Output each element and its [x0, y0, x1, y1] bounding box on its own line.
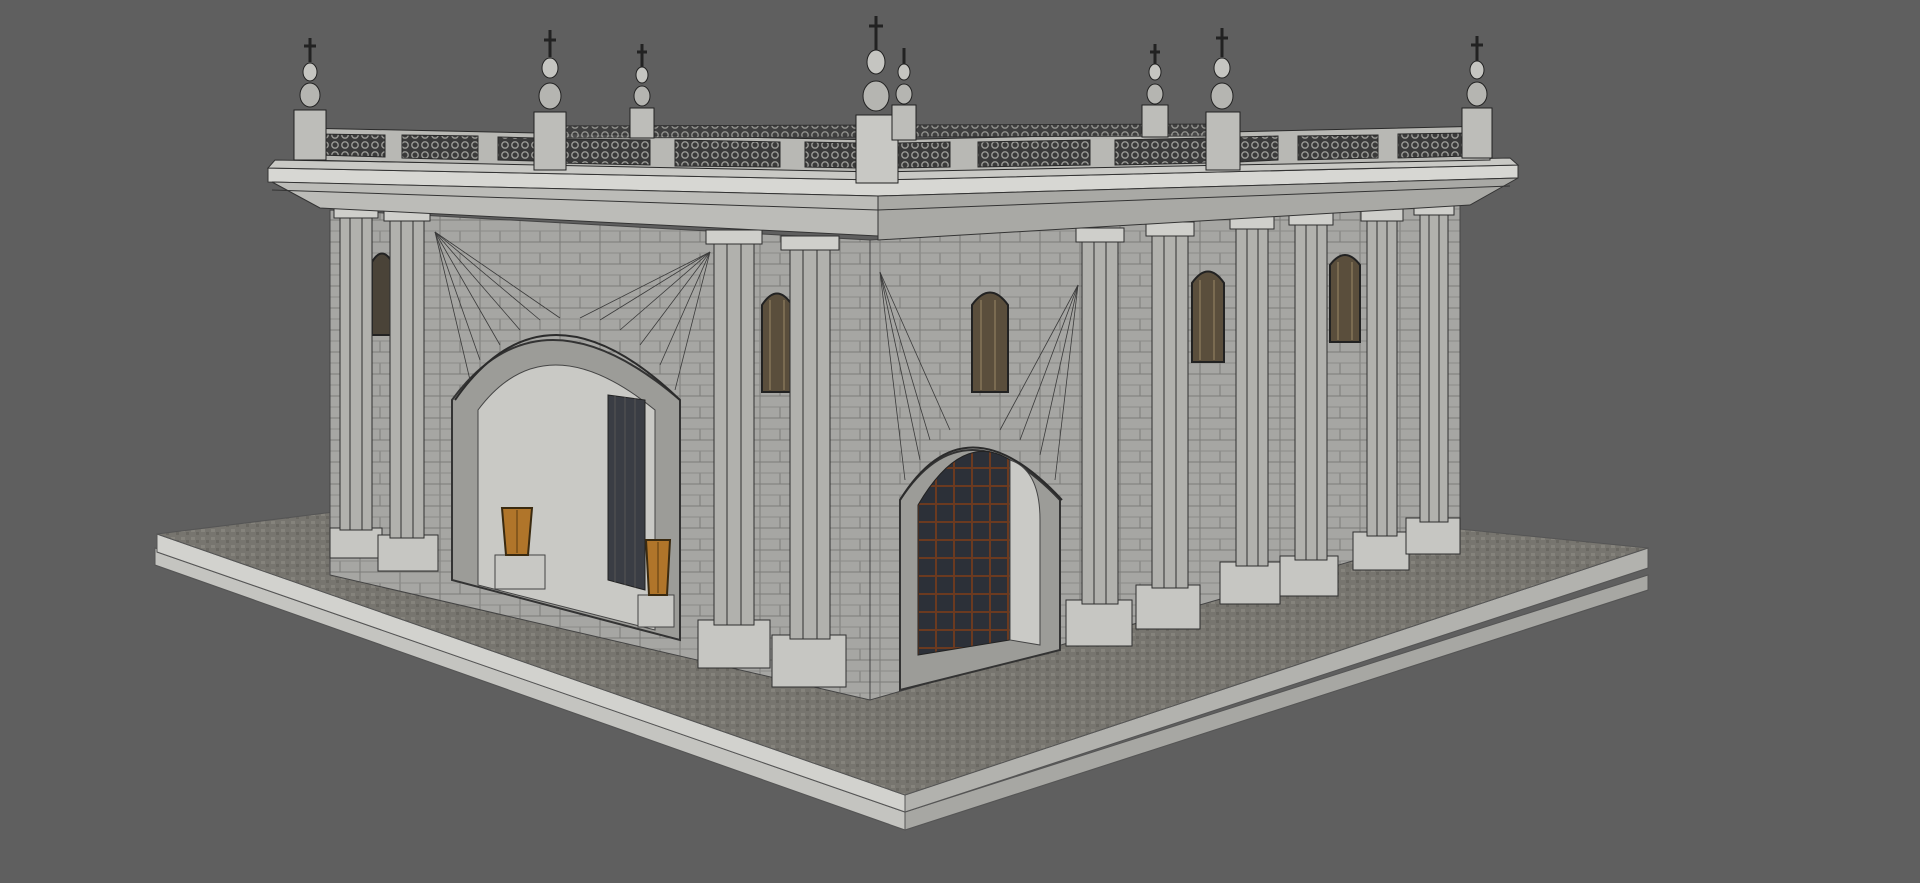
finial [293, 38, 327, 161]
finial [629, 44, 655, 139]
window [761, 292, 793, 393]
finial [891, 48, 917, 141]
finial [855, 16, 899, 184]
finial [1141, 44, 1169, 138]
window [371, 252, 393, 336]
pavilion-render [154, 16, 1649, 831]
finial [533, 30, 567, 171]
window [1191, 270, 1225, 363]
3d-viewport[interactable] [0, 0, 1920, 883]
finial [1461, 36, 1493, 159]
finial [1205, 28, 1241, 171]
window [1329, 254, 1361, 343]
window [971, 291, 1009, 393]
